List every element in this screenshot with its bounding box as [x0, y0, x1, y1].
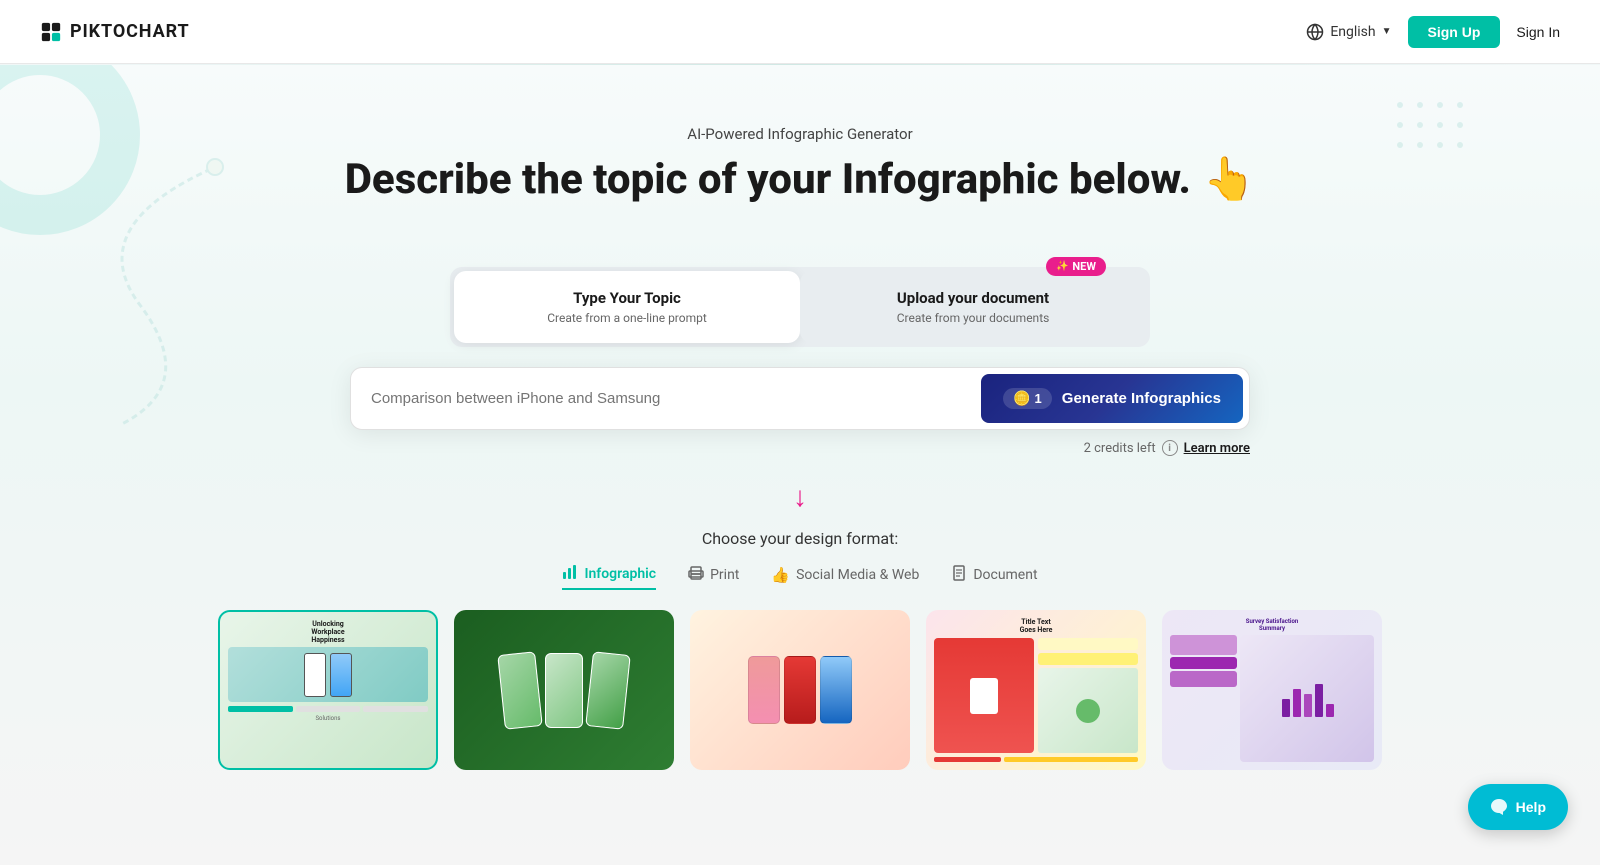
template-card-4-content: Title TextGoes Here	[926, 610, 1146, 770]
bar-chart-icon	[562, 564, 578, 580]
header-right: English ▼ Sign Up Sign In	[1306, 16, 1560, 48]
piktochart-logo-icon	[40, 21, 62, 43]
templates-row: UnlockingWorkplaceHappiness Solutions	[20, 610, 1580, 770]
bar-chart-svg	[1280, 679, 1335, 719]
hero-subtitle: AI-Powered Infographic Generator	[20, 125, 1580, 143]
format-tab-print[interactable]: Print	[688, 565, 739, 589]
topic-input[interactable]	[371, 390, 981, 407]
new-badge: ✨ NEW	[1046, 257, 1106, 276]
template-card-3[interactable]	[690, 610, 910, 770]
topic-tabs: Type Your Topic Create from a one-line p…	[450, 267, 1150, 347]
chat-icon	[1490, 798, 1508, 816]
template-card-2[interactable]	[454, 610, 674, 770]
learn-more-link[interactable]: Learn more	[1184, 441, 1250, 456]
format-tab-document-label: Document	[973, 567, 1037, 583]
format-tab-document[interactable]: Document	[951, 565, 1037, 589]
globe-icon	[1306, 23, 1324, 41]
credits-badge: 🪙 1	[1003, 388, 1052, 409]
tab-upload-title: Upload your document	[824, 289, 1122, 307]
chevron-down-icon: ▼	[1382, 26, 1392, 37]
file-icon	[951, 565, 967, 581]
credits-info: 2 credits left i Learn more	[350, 430, 1250, 456]
hero-title: Describe the topic of your Infographic b…	[345, 155, 1256, 205]
language-label: English	[1330, 24, 1375, 40]
template-card-3-content	[690, 610, 910, 770]
topic-tabs-container: Type Your Topic Create from a one-line p…	[420, 235, 1180, 347]
tab-upload-desc: Create from your documents	[824, 311, 1122, 325]
format-tabs: Infographic Print 👍 Social Media & Web	[20, 564, 1580, 590]
template-card-2-content	[454, 610, 674, 770]
generate-button-label: Generate Infographics	[1062, 390, 1221, 407]
signin-button[interactable]: Sign In	[1516, 24, 1560, 40]
arrow-down-container: ↓	[0, 456, 1600, 529]
credits-count: 1	[1035, 391, 1042, 406]
format-tab-social[interactable]: 👍 Social Media & Web	[771, 566, 919, 588]
infographic-icon	[562, 564, 578, 584]
tab-type-topic-title: Type Your Topic	[478, 289, 776, 307]
template-card-5-content: Survey SatisfactionSummary	[1162, 610, 1382, 770]
logo-text: PIKTOCHART	[70, 21, 190, 42]
tab-upload-document[interactable]: ✨ NEW Upload your document Create from y…	[800, 271, 1146, 343]
prompt-input-wrapper: 🪙 1 Generate Infographics	[350, 367, 1250, 430]
template-card-1-content: UnlockingWorkplaceHappiness Solutions	[220, 612, 436, 768]
format-tab-infographic-label: Infographic	[584, 566, 656, 582]
coin-icon: 🪙	[1013, 390, 1030, 407]
format-tab-social-label: Social Media & Web	[796, 567, 919, 583]
info-icon[interactable]: i	[1162, 440, 1178, 456]
format-tab-print-label: Print	[710, 567, 739, 583]
main-content: AI-Powered Infographic Generator Describ…	[0, 65, 1600, 865]
print-icon	[688, 565, 704, 585]
credits-left-text: 2 credits left	[1084, 441, 1156, 456]
arrow-down-icon: ↓	[793, 480, 807, 513]
signup-button[interactable]: Sign Up	[1408, 16, 1501, 48]
help-button-label: Help	[1516, 799, 1546, 815]
template-card-1[interactable]: UnlockingWorkplaceHappiness Solutions	[218, 610, 438, 770]
tab-type-topic-desc: Create from a one-line prompt	[478, 311, 776, 325]
help-button[interactable]: Help	[1468, 784, 1568, 830]
tab-type-topic[interactable]: Type Your Topic Create from a one-line p…	[454, 271, 800, 343]
language-selector[interactable]: English ▼	[1306, 23, 1391, 41]
template-card-5[interactable]: Survey SatisfactionSummary	[1162, 610, 1382, 770]
generate-button[interactable]: 🪙 1 Generate Infographics	[981, 374, 1243, 423]
printer-icon	[688, 565, 704, 581]
input-section: 🪙 1 Generate Infographics 2 credits left…	[230, 367, 1370, 456]
hero-section: AI-Powered Infographic Generator Describ…	[0, 65, 1600, 235]
template-card-4[interactable]: Title TextGoes Here	[926, 610, 1146, 770]
document-icon	[951, 565, 967, 585]
sparkle-icon: ✨	[1056, 261, 1068, 272]
design-format-title: Choose your design format:	[20, 529, 1580, 548]
hero-emoji: 👆	[1203, 155, 1255, 205]
design-format-section: Choose your design format: Infographic	[0, 529, 1600, 790]
hero-title-text: Describe the topic of your Infographic b…	[345, 155, 1191, 205]
format-tab-infographic[interactable]: Infographic	[562, 564, 656, 590]
new-badge-text: NEW	[1072, 260, 1096, 273]
header: PIKTOCHART English ▼ Sign Up Sign In	[0, 0, 1600, 64]
logo[interactable]: PIKTOCHART	[40, 21, 190, 43]
social-icon: 👍	[771, 566, 790, 584]
